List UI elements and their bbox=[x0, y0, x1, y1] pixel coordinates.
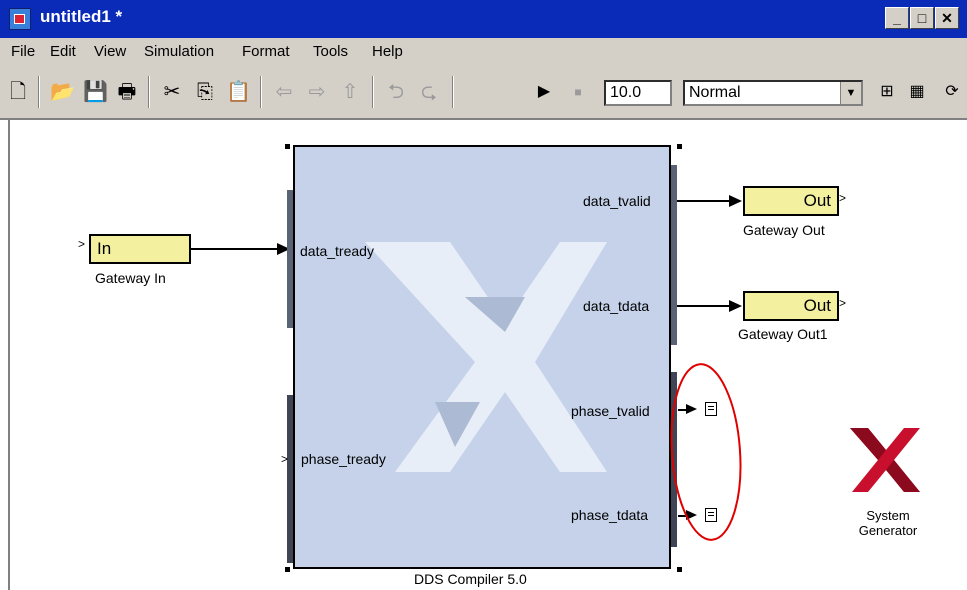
output-port-phase-tdata: phase_tdata bbox=[571, 507, 649, 523]
output-port-chevron-icon: > bbox=[839, 191, 847, 205]
output-port-data-tdata: data_tdata bbox=[583, 298, 650, 314]
back-arrow-icon[interactable]: ⇦ bbox=[272, 80, 296, 104]
copy-icon[interactable]: ⎘ bbox=[193, 80, 217, 104]
refresh-icon[interactable]: ⟳ bbox=[940, 80, 964, 104]
toolbar: 🗋 📂 💾 🖶 ✂ ⎘ 📋 ⇦ ⇨ ⇧ ⮌ ⮎ ▶ ■ 10.0 Normal … bbox=[0, 66, 967, 120]
forward-arrow-icon[interactable]: ⇨ bbox=[305, 80, 329, 104]
signal-line[interactable] bbox=[191, 248, 277, 250]
input-port-chevron-icon: > bbox=[78, 237, 86, 251]
gateway-out1-label: Gateway Out1 bbox=[738, 326, 828, 342]
signal-line[interactable] bbox=[677, 305, 729, 307]
stop-simulation-icon[interactable]: ■ bbox=[566, 80, 590, 104]
gateway-out-block[interactable]: Out bbox=[743, 186, 839, 216]
menu-tools[interactable]: Tools bbox=[313, 43, 348, 60]
cut-icon[interactable]: ✂ bbox=[160, 80, 184, 104]
simulation-mode-select[interactable]: Normal ▼ bbox=[683, 80, 863, 106]
system-generator-logo-icon[interactable] bbox=[848, 426, 924, 494]
model-explorer-icon[interactable]: ⊞ bbox=[875, 80, 899, 104]
selection-handle[interactable] bbox=[285, 144, 290, 149]
system-generator-line1: System bbox=[866, 508, 910, 523]
redo-icon[interactable]: ⮎ bbox=[417, 80, 441, 104]
gateway-in-text: In bbox=[97, 239, 112, 258]
input-port-chevron-icon: > bbox=[281, 452, 289, 466]
menu-simulation[interactable]: Simulation bbox=[144, 43, 214, 60]
print-icon[interactable]: 🖶 bbox=[115, 80, 139, 104]
port-group-bar bbox=[287, 190, 293, 328]
arrow-icon bbox=[729, 300, 742, 312]
output-port-phase-tvalid: phase_tvalid bbox=[571, 403, 650, 419]
port-group-bar bbox=[287, 395, 293, 563]
gateway-out1-block[interactable]: Out bbox=[743, 291, 839, 321]
toolbar-separator bbox=[372, 76, 374, 108]
input-port-phase-tready: phase_tready bbox=[301, 451, 386, 467]
window-title: untitled1 * bbox=[40, 7, 123, 26]
selection-handle[interactable] bbox=[285, 567, 290, 572]
toolbar-separator bbox=[452, 76, 454, 108]
menu-bar: File Edit View Simulation Format Tools H… bbox=[0, 38, 967, 67]
menu-view[interactable]: View bbox=[94, 43, 126, 60]
menu-file[interactable]: File bbox=[11, 43, 35, 60]
close-button[interactable]: ✕ bbox=[935, 7, 959, 29]
selection-handle[interactable] bbox=[677, 567, 682, 572]
toolbar-separator bbox=[38, 76, 40, 108]
dds-compiler-label: DDS Compiler 5.0 bbox=[414, 571, 527, 587]
new-model-icon[interactable]: 🗋 bbox=[6, 80, 30, 104]
up-arrow-icon[interactable]: ⇧ bbox=[338, 80, 362, 104]
save-icon[interactable]: 💾 bbox=[83, 80, 108, 104]
arrow-icon bbox=[729, 195, 742, 207]
gateway-out1-text: Out bbox=[803, 296, 831, 315]
paste-icon[interactable]: 📋 bbox=[226, 80, 251, 104]
undo-icon[interactable]: ⮌ bbox=[384, 80, 408, 104]
input-port-data-tready: data_tready bbox=[300, 243, 374, 259]
toolbar-separator bbox=[260, 76, 262, 108]
stop-time-input[interactable]: 10.0 bbox=[604, 80, 672, 106]
open-folder-icon[interactable]: 📂 bbox=[50, 80, 75, 104]
xilinx-watermark-icon bbox=[365, 242, 607, 472]
start-simulation-icon[interactable]: ▶ bbox=[532, 80, 556, 104]
library-browser-icon[interactable]: ▦ bbox=[905, 80, 929, 104]
selection-handle[interactable] bbox=[677, 144, 682, 149]
menu-format[interactable]: Format bbox=[242, 43, 290, 60]
dropdown-arrow-icon[interactable]: ▼ bbox=[840, 82, 861, 104]
gateway-in-label: Gateway In bbox=[95, 270, 166, 286]
output-port-chevron-icon: > bbox=[839, 296, 847, 310]
minimize-button[interactable]: _ bbox=[885, 7, 909, 29]
title-bar[interactable]: untitled1 * _ □ ✕ bbox=[0, 0, 967, 38]
annotation-ellipse bbox=[670, 363, 742, 541]
system-generator-line2: Generator bbox=[858, 523, 918, 538]
port-group-bar bbox=[671, 165, 677, 345]
output-port-data-tvalid: data_tvalid bbox=[583, 193, 651, 209]
gateway-out-label: Gateway Out bbox=[743, 222, 825, 238]
system-generator-label: System Generator bbox=[840, 508, 936, 538]
menu-edit[interactable]: Edit bbox=[50, 43, 76, 60]
gateway-in-block[interactable]: In bbox=[89, 234, 191, 264]
simulation-mode-value: Normal bbox=[689, 84, 741, 101]
menu-help[interactable]: Help bbox=[372, 43, 403, 60]
simulink-app-icon[interactable] bbox=[9, 8, 31, 30]
signal-line[interactable] bbox=[677, 200, 729, 202]
gateway-out-text: Out bbox=[803, 191, 831, 210]
maximize-button[interactable]: □ bbox=[910, 7, 934, 29]
toolbar-separator bbox=[148, 76, 150, 108]
